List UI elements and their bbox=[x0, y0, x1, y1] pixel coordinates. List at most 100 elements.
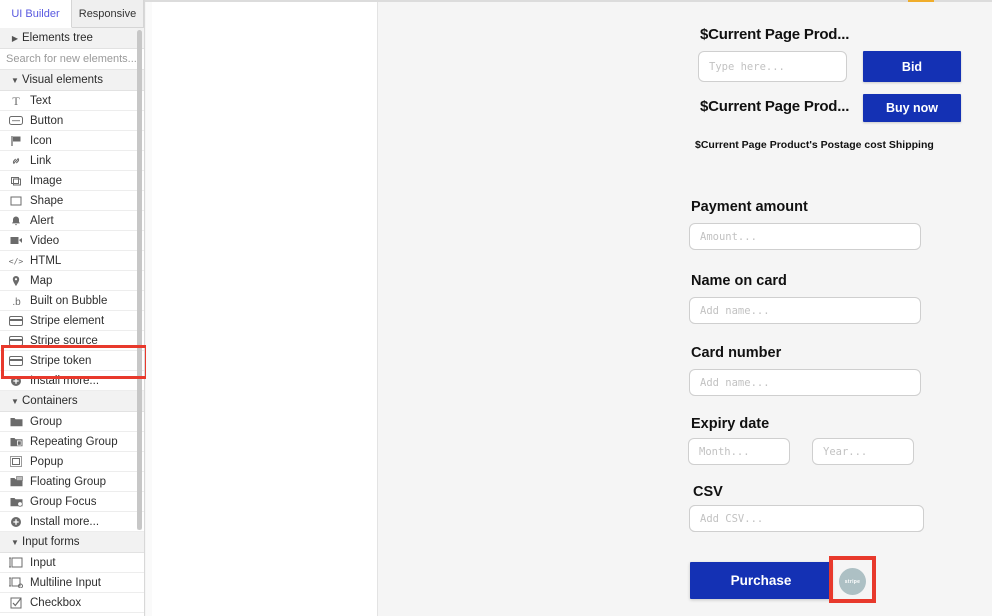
expiry-year-input[interactable] bbox=[812, 438, 914, 465]
sidebar-item-button[interactable]: Button bbox=[0, 111, 144, 131]
sidebar-item-label: Multiline Input bbox=[30, 577, 101, 589]
stripe-token-badge: stripe bbox=[839, 568, 866, 595]
sidebar-item-label: Floating Group bbox=[30, 476, 106, 488]
sidebar-item-label: Text bbox=[30, 95, 51, 107]
sidebar-item-popup[interactable]: Popup bbox=[0, 452, 144, 472]
sidebar-item-label: Group bbox=[30, 416, 62, 428]
code-icon: </> bbox=[7, 254, 25, 268]
sidebar-item-built-on-bubble[interactable]: .b Built on Bubble bbox=[0, 291, 144, 311]
purchase-button[interactable]: Purchase bbox=[690, 562, 832, 599]
shape-icon bbox=[7, 194, 25, 208]
svg-text:</>: </> bbox=[9, 257, 24, 266]
sidebar-item-input[interactable]: Input bbox=[0, 553, 144, 573]
section-header-containers[interactable]: Containers bbox=[0, 391, 144, 412]
canvas-form-area: $Current Page Prod... Bid $Current Page … bbox=[378, 2, 992, 616]
section-header-visual-elements[interactable]: Visual elements bbox=[0, 70, 144, 91]
sidebar-item-label: Image bbox=[30, 175, 62, 187]
stripe-token-canvas-element[interactable]: stripe bbox=[839, 568, 866, 595]
bid-amount-input[interactable] bbox=[698, 51, 847, 82]
image-icon bbox=[7, 174, 25, 188]
group-focus-icon bbox=[7, 495, 25, 509]
sidebar-item-map[interactable]: Map bbox=[0, 271, 144, 291]
sidebar-item-group-focus[interactable]: Group Focus bbox=[0, 492, 144, 512]
sidebar-item-label: Group Focus bbox=[30, 496, 96, 508]
sidebar-item-label: Alert bbox=[30, 215, 54, 227]
card-number-input[interactable] bbox=[689, 369, 921, 396]
left-sidebar: UI Builder Responsive Elements tree Visu… bbox=[0, 0, 145, 616]
sidebar-item-alert[interactable]: Alert bbox=[0, 211, 144, 231]
svg-text:.b: .b bbox=[12, 297, 21, 307]
bid-price-heading: $Current Page Prod... bbox=[700, 26, 849, 43]
expiry-month-input[interactable] bbox=[688, 438, 790, 465]
sidebar-scrollbar-thumb[interactable] bbox=[137, 30, 142, 530]
sidebar-item-install-more-containers[interactable]: Install more... bbox=[0, 512, 144, 532]
input-forms-list: Input Multiline Input Checkbox bbox=[0, 553, 144, 613]
sidebar-item-html[interactable]: </> HTML bbox=[0, 251, 144, 271]
chevron-down-icon bbox=[8, 76, 22, 85]
tab-ui-builder[interactable]: UI Builder bbox=[0, 0, 72, 28]
sidebar-item-stripe-element[interactable]: Stripe element bbox=[0, 311, 144, 331]
sidebar-item-shape[interactable]: Shape bbox=[0, 191, 144, 211]
buy-now-button[interactable]: Buy now bbox=[863, 94, 961, 122]
canvas-page-blank-area[interactable] bbox=[152, 2, 378, 616]
chevron-down-icon bbox=[8, 397, 22, 406]
bid-button-label: Bid bbox=[902, 60, 922, 74]
card-icon bbox=[7, 334, 25, 348]
card-icon bbox=[7, 314, 25, 328]
sidebar-item-video[interactable]: Video bbox=[0, 231, 144, 251]
sidebar-item-multiline-input[interactable]: Multiline Input bbox=[0, 573, 144, 593]
label-payment-amount: Payment amount bbox=[691, 199, 808, 215]
purchase-button-label: Purchase bbox=[731, 573, 792, 588]
bell-icon bbox=[7, 214, 25, 228]
shipping-cost-text: $Current Page Product's Postage cost Shi… bbox=[695, 139, 934, 151]
sidebar-item-label: Map bbox=[30, 275, 52, 287]
sidebar-item-label: Icon bbox=[30, 135, 52, 147]
sidebar-item-group[interactable]: Group bbox=[0, 412, 144, 432]
csv-input-visible[interactable] bbox=[689, 505, 924, 532]
sidebar-item-icon[interactable]: Icon bbox=[0, 131, 144, 151]
sidebar-item-label: Stripe token bbox=[30, 355, 91, 367]
section-title-input-forms: Input forms bbox=[22, 536, 80, 548]
tab-responsive-label: Responsive bbox=[79, 8, 136, 20]
card-icon bbox=[7, 354, 25, 368]
repeating-group-icon bbox=[7, 435, 25, 449]
sidebar-item-floating-group[interactable]: Floating Group bbox=[0, 472, 144, 492]
elements-tree-label: Elements tree bbox=[22, 32, 93, 44]
map-pin-icon bbox=[7, 274, 25, 288]
sidebar-item-checkbox[interactable]: Checkbox bbox=[0, 593, 144, 613]
section-title-visual-elements: Visual elements bbox=[22, 74, 103, 86]
sidebar-item-label: Input bbox=[30, 557, 56, 569]
sidebar-item-label: HTML bbox=[30, 255, 61, 267]
search-input[interactable] bbox=[0, 49, 144, 70]
tab-responsive[interactable]: Responsive bbox=[72, 0, 144, 27]
chevron-right-icon bbox=[8, 34, 22, 43]
sidebar-tabbar: UI Builder Responsive bbox=[0, 0, 144, 28]
sidebar-item-label: Install more... bbox=[30, 375, 99, 387]
sidebar-item-repeating-group[interactable]: Repeating Group bbox=[0, 432, 144, 452]
sidebar-item-label: Checkbox bbox=[30, 597, 81, 609]
sidebar-item-text[interactable]: T Text bbox=[0, 91, 144, 111]
bid-button[interactable]: Bid bbox=[863, 51, 961, 82]
sidebar-item-label: Repeating Group bbox=[30, 436, 118, 448]
bubble-icon: .b bbox=[7, 294, 25, 308]
label-card-number: Card number bbox=[691, 345, 781, 361]
elements-tree-header[interactable]: Elements tree bbox=[0, 28, 144, 49]
flag-icon bbox=[7, 134, 25, 148]
sidebar-item-label: Popup bbox=[30, 456, 63, 468]
payment-amount-input[interactable] bbox=[689, 223, 921, 250]
section-title-containers: Containers bbox=[22, 395, 78, 407]
section-header-input-forms[interactable]: Input forms bbox=[0, 532, 144, 553]
checkbox-icon bbox=[7, 596, 25, 610]
sidebar-item-stripe-token[interactable]: Stripe token bbox=[0, 351, 144, 371]
sidebar-item-stripe-source[interactable]: Stripe source bbox=[0, 331, 144, 351]
sidebar-item-label: Stripe element bbox=[30, 315, 104, 327]
popup-icon bbox=[7, 455, 25, 469]
sidebar-item-install-more-visual[interactable]: Install more... bbox=[0, 371, 144, 391]
name-on-card-input[interactable] bbox=[689, 297, 921, 324]
stripe-token-badge-label: stripe bbox=[845, 579, 860, 585]
folder-icon bbox=[7, 415, 25, 429]
sidebar-item-image[interactable]: Image bbox=[0, 171, 144, 191]
sidebar-item-link[interactable]: Link bbox=[0, 151, 144, 171]
chevron-down-icon bbox=[8, 538, 22, 547]
plus-circle-icon bbox=[7, 374, 25, 388]
